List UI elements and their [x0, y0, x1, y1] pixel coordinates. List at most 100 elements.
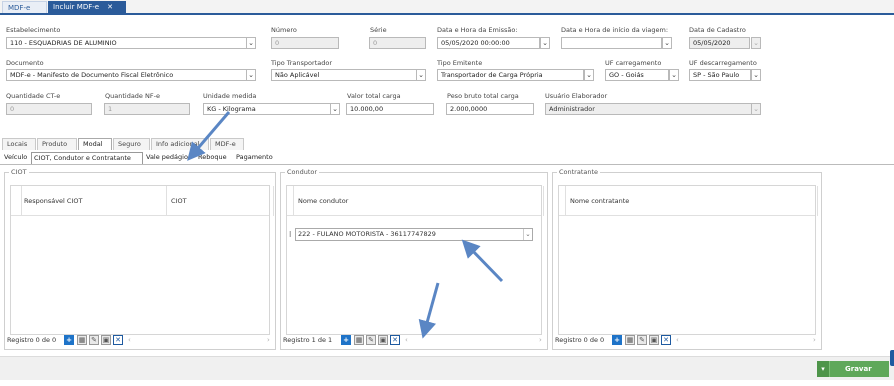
- serie-label: Série: [370, 26, 387, 34]
- delete-icon[interactable]: ✕: [390, 335, 400, 345]
- scroll-right-icon[interactable]: ›: [813, 336, 816, 344]
- subtab-vale-pedagio[interactable]: Vale pedágio: [144, 152, 195, 164]
- documento-field[interactable]: MDF-e - Manifesto de Documento Fiscal El…: [6, 69, 254, 81]
- add-icon[interactable]: +: [64, 335, 74, 345]
- ciot-grid-header: Responsável CIOT CIOT: [11, 186, 274, 216]
- ciot-grid-divider: [166, 186, 167, 216]
- data-inicio-viagem-field[interactable]: [561, 37, 662, 49]
- contratante-grid-divider: [565, 186, 566, 216]
- scroll-right-icon[interactable]: ›: [539, 336, 542, 344]
- tipo-transportador-dropdown-icon[interactable]: ⌄: [416, 69, 426, 81]
- condutor-col-nome[interactable]: Nome condutor: [298, 197, 348, 205]
- condutor-pager-text: Registro 1 de 1: [283, 336, 333, 344]
- contratante-pager: Registro 0 de 0 + ▦ ✎ ▣ ✕ ‹ ›: [555, 335, 819, 347]
- data-inicio-viagem-dropdown-icon[interactable]: ⌄: [662, 37, 672, 49]
- contratante-panel: Contratante Nome contratante Registro 0 …: [552, 168, 822, 350]
- documento-dropdown-icon[interactable]: ⌄: [246, 69, 256, 81]
- contratante-grid-header: Nome contratante: [559, 186, 818, 216]
- condutor-panel-title: Condutor: [285, 168, 320, 176]
- condutor-grid: Nome condutor I 222 - FULANO MOTORISTA -…: [286, 185, 544, 335]
- text-cursor-icon: I: [289, 230, 292, 239]
- bottom-action-bar: ▾ Gravar: [0, 356, 894, 380]
- unidade-medida-label: Unidade medida: [203, 92, 257, 100]
- uf-descarregamento-dropdown-icon[interactable]: ⌄: [751, 69, 761, 81]
- unidade-medida-dropdown-icon[interactable]: ⌄: [330, 103, 340, 115]
- subtab-veiculo[interactable]: Veículo: [2, 152, 30, 164]
- add-icon[interactable]: +: [341, 335, 351, 345]
- tipo-emitente-field[interactable]: Transportador de Carga Própria: [437, 69, 584, 81]
- numero-label: Número: [271, 26, 297, 34]
- delete-icon[interactable]: ✕: [113, 335, 123, 345]
- side-handle[interactable]: [890, 350, 894, 366]
- chevron-down-icon[interactable]: ⌄: [523, 229, 532, 240]
- unidade-medida-field[interactable]: KG - Kilograma: [203, 103, 333, 115]
- tab-mdfe[interactable]: MDF-e: [2, 1, 47, 13]
- estabelecimento-label: Estabelecimento: [6, 26, 61, 34]
- tab-seguro[interactable]: Seguro: [113, 138, 150, 150]
- subtab-reboque[interactable]: Reboque: [196, 152, 230, 164]
- uf-carregamento-dropdown-icon[interactable]: ⌄: [669, 69, 679, 81]
- condutor-pager: Registro 1 de 1 + ▦ ✎ ▣ ✕ ‹ ›: [283, 335, 545, 347]
- add-icon[interactable]: +: [612, 335, 622, 345]
- peso-bruto-label: Peso bruto total carga: [447, 92, 519, 100]
- ciot-panel-title: CIOT: [9, 168, 29, 176]
- tab-produto[interactable]: Produto: [37, 138, 77, 150]
- estabelecimento-field[interactable]: 110 - ESQUADRIAS DE ALUMINIO: [6, 37, 254, 49]
- condutor-row-text: 222 - FULANO MOTORISTA - 36117747829: [298, 230, 436, 238]
- tab-incluir-mdfe-label: Incluir MDF-e: [53, 3, 100, 11]
- condutor-grid-header: Nome condutor: [287, 186, 544, 216]
- scroll-right-icon[interactable]: ›: [267, 336, 270, 344]
- tipo-emitente-dropdown-icon[interactable]: ⌄: [584, 69, 594, 81]
- tab-locais[interactable]: Locais: [2, 138, 36, 150]
- tipo-transportador-field[interactable]: Não Aplicável: [271, 69, 420, 81]
- usuario-elaborador-field: Administrador: [545, 103, 752, 115]
- data-emissao-field[interactable]: 05/05/2020 00:00:00: [437, 37, 540, 49]
- table-icon[interactable]: ▦: [77, 335, 87, 345]
- top-tab-bar: MDF-e Incluir MDF-e ✕: [0, 0, 894, 15]
- table-icon[interactable]: ▦: [354, 335, 364, 345]
- edit-icon[interactable]: ✎: [89, 335, 99, 345]
- table-icon[interactable]: ▦: [625, 335, 635, 345]
- valor-total-carga-field[interactable]: 10.000,00: [346, 103, 434, 115]
- subtab-ciot-condutor-contratante[interactable]: CIOT, Condutor e Contratante: [31, 152, 143, 164]
- ciot-col-responsavel[interactable]: Responsável CIOT: [24, 197, 82, 205]
- uf-descarregamento-label: UF descarregamento: [689, 59, 757, 67]
- data-emissao-dropdown-icon[interactable]: ⌄: [540, 37, 550, 49]
- tab-mdfe-label: MDF-e: [8, 4, 31, 12]
- serie-field: 0: [369, 37, 426, 49]
- contratante-panel-title: Contratante: [557, 168, 601, 176]
- valor-total-carga-label: Valor total carga: [347, 92, 401, 100]
- close-icon[interactable]: ✕: [107, 3, 113, 11]
- ciot-grid-divider: [21, 186, 22, 216]
- scroll-left-icon[interactable]: ‹: [676, 336, 679, 344]
- tab-mdfe-inner[interactable]: MDF-e: [210, 138, 244, 150]
- save-icon[interactable]: ▣: [101, 335, 111, 345]
- usuario-elaborador-label: Usuário Elaborador: [545, 92, 608, 100]
- peso-bruto-field[interactable]: 2.000,0000: [446, 103, 534, 115]
- ciot-grid-divider: [273, 186, 274, 216]
- save-icon[interactable]: ▣: [378, 335, 388, 345]
- numero-field: 0: [271, 37, 339, 49]
- scroll-left-icon[interactable]: ‹: [405, 336, 408, 344]
- save-icon[interactable]: ▣: [649, 335, 659, 345]
- uf-carregamento-label: UF carregamento: [605, 59, 662, 67]
- uf-carregamento-field[interactable]: GO - Goiás: [605, 69, 669, 81]
- tabs-divider: [0, 164, 894, 165]
- tab-modal[interactable]: Modal: [78, 138, 112, 150]
- edit-icon[interactable]: ✎: [366, 335, 376, 345]
- quantidade-nfe-field: 1: [104, 103, 190, 115]
- tab-incluir-mdfe[interactable]: Incluir MDF-e ✕: [48, 1, 126, 13]
- scroll-left-icon[interactable]: ‹: [128, 336, 131, 344]
- estabelecimento-dropdown-icon[interactable]: ⌄: [246, 37, 256, 49]
- edit-icon[interactable]: ✎: [637, 335, 647, 345]
- data-cadastro-label: Data de Cadastro: [689, 26, 746, 34]
- save-button[interactable]: ▾ Gravar: [817, 361, 889, 377]
- ciot-col-ciot[interactable]: CIOT: [171, 197, 187, 205]
- delete-icon[interactable]: ✕: [661, 335, 671, 345]
- condutor-row-selected[interactable]: 222 - FULANO MOTORISTA - 36117747829 ⌄: [295, 228, 533, 241]
- tab-info-adicional[interactable]: Info adicional: [151, 138, 209, 150]
- uf-descarregamento-field[interactable]: SP - São Paulo: [689, 69, 751, 81]
- contratante-col-nome[interactable]: Nome contratante: [570, 197, 629, 205]
- subtab-pagamento[interactable]: Pagamento: [234, 152, 278, 164]
- chevron-down-icon[interactable]: ▾: [817, 361, 830, 377]
